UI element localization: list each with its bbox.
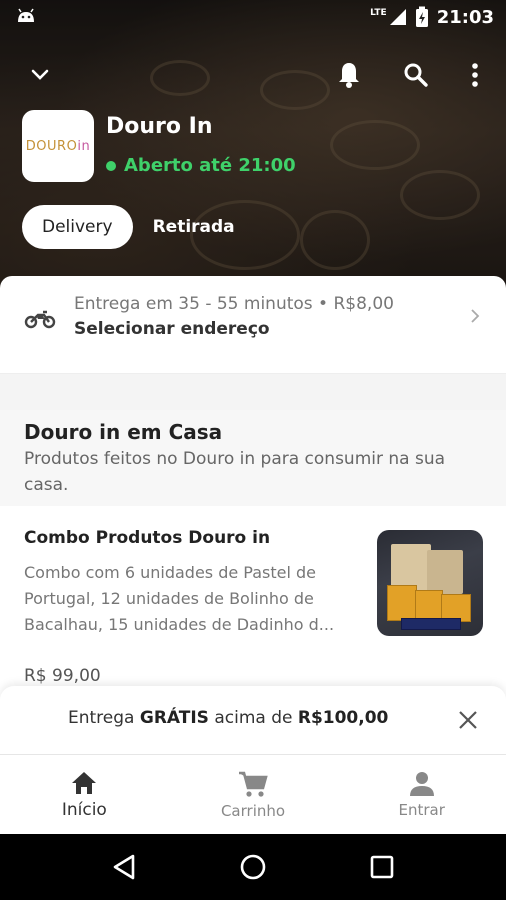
motorcycle-icon [24,310,56,329]
order-mode-toggle: Delivery Retirada [22,205,235,249]
signal-icon [389,9,406,25]
search-button[interactable] [401,60,431,90]
select-address-label: Selecionar endereço [74,319,270,339]
category-description: Produtos feitos no Douro in para consumi… [24,449,446,495]
more-options-button[interactable] [460,60,490,90]
product-card[interactable]: Combo Produtos Douro in Combo com 6 unid… [0,506,506,706]
nav-home-label: Início [61,799,107,820]
more-vertical-icon [472,63,478,87]
category-header: Douro in em Casa Produtos feitos no Dour… [0,410,506,506]
section-divider [0,374,506,410]
product-price: R$ 99,00 [24,666,101,686]
open-status-text: Aberto até 21:00 [124,155,296,176]
logo-text: DOURO [25,138,78,154]
chevron-down-icon [31,69,49,80]
banner-amount: R$100,00 [297,708,389,728]
free-delivery-text: Entrega GRÁTIS acima de R$100,00 [68,708,388,728]
product-image [377,530,483,636]
category-title: Douro in em Casa [24,420,223,444]
back-icon[interactable] [111,853,137,881]
store-logo: DOUROin [22,110,94,182]
clock: 21:03 [436,6,494,28]
nav-home[interactable]: Início [0,755,169,834]
nav-cart-label: Carrinho [220,801,286,820]
battery-icon [415,6,428,27]
recents-icon[interactable] [369,854,395,880]
collapse-button[interactable] [25,60,55,90]
nav-cart[interactable]: Carrinho [169,755,338,834]
bottom-navigation: Início Carrinho Entrar [0,754,506,834]
delivery-info: Entrega em 35 - 55 minutos • R$8,00 [74,294,394,314]
bell-icon [339,63,359,88]
delivery-address-row[interactable]: Entrega em 35 - 55 minutos • R$8,00 Sele… [0,276,506,374]
banner-prefix: Entrega [68,708,135,728]
search-icon [404,63,428,87]
network-label: LTE [370,8,387,18]
open-status: Aberto até 21:00 [106,155,296,176]
delivery-mode-button[interactable]: Delivery [22,205,133,249]
system-navigation-bar [0,834,506,900]
pickup-mode-button[interactable]: Retirada [153,217,235,237]
person-icon [409,771,434,796]
open-status-dot [106,160,116,171]
banner-middle: acima de [214,708,293,728]
nav-login-label: Entrar [398,800,445,819]
android-icon [18,8,34,22]
home-icon [72,771,97,794]
store-content: Entrega em 35 - 55 minutos • R$8,00 Sele… [0,276,506,754]
nav-login[interactable]: Entrar [337,755,506,834]
cart-icon [239,771,268,797]
banner-highlight: GRÁTIS [139,708,209,728]
chevron-right-icon [471,309,480,323]
product-description: Combo com 6 unidades de Pastel de Portug… [24,563,335,634]
home-circle-icon[interactable] [239,853,267,881]
store-name: Douro In [106,114,213,139]
notifications-button[interactable] [334,60,364,90]
close-icon[interactable] [456,708,480,732]
status-bar: LTE 21:03 [0,0,506,34]
logo-text-tail: in [77,138,91,154]
free-delivery-banner: Entrega GRÁTIS acima de R$100,00 [0,686,506,754]
